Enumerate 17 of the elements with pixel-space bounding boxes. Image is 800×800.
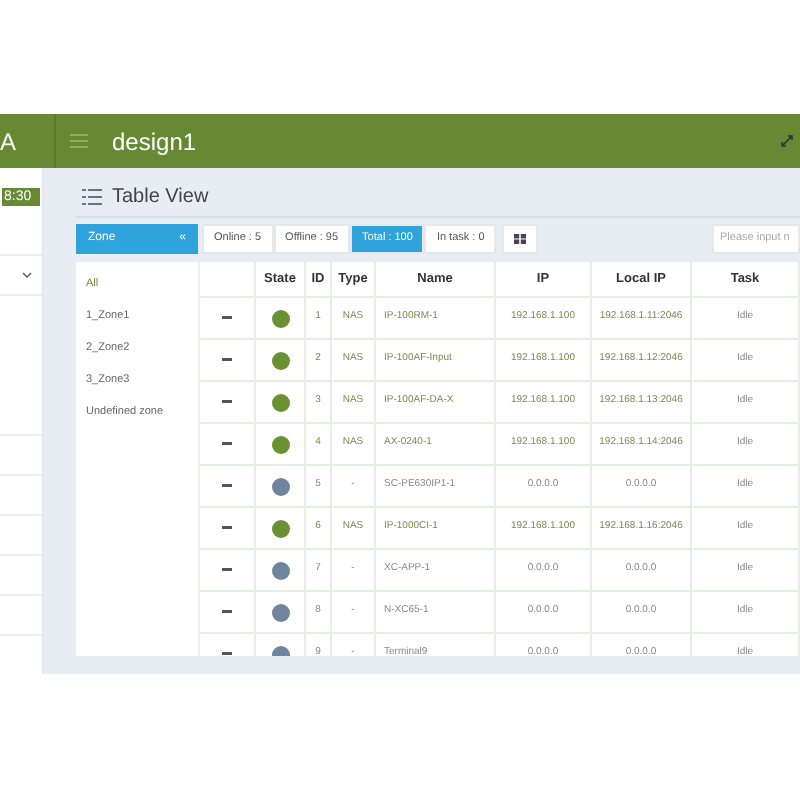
minus-icon[interactable] xyxy=(222,442,232,446)
chevron-icon[interactable] xyxy=(22,271,32,278)
minus-icon[interactable] xyxy=(222,484,232,488)
minus-icon[interactable] xyxy=(222,526,232,530)
minus-icon[interactable] xyxy=(222,610,232,614)
list-icon xyxy=(82,188,102,206)
minus-icon[interactable] xyxy=(222,358,232,362)
minus-icon[interactable] xyxy=(222,568,232,572)
minus-icon[interactable] xyxy=(222,400,232,404)
minus-icon[interactable] xyxy=(222,652,232,656)
minus-icon[interactable] xyxy=(222,316,232,320)
grid-view-button[interactable] xyxy=(502,224,539,254)
sidebar-title: A xyxy=(0,125,17,159)
grid-icon xyxy=(514,234,527,244)
page-title: Table View xyxy=(112,184,209,212)
header-title: design1 xyxy=(112,125,197,159)
expand-icon[interactable] xyxy=(780,134,794,148)
